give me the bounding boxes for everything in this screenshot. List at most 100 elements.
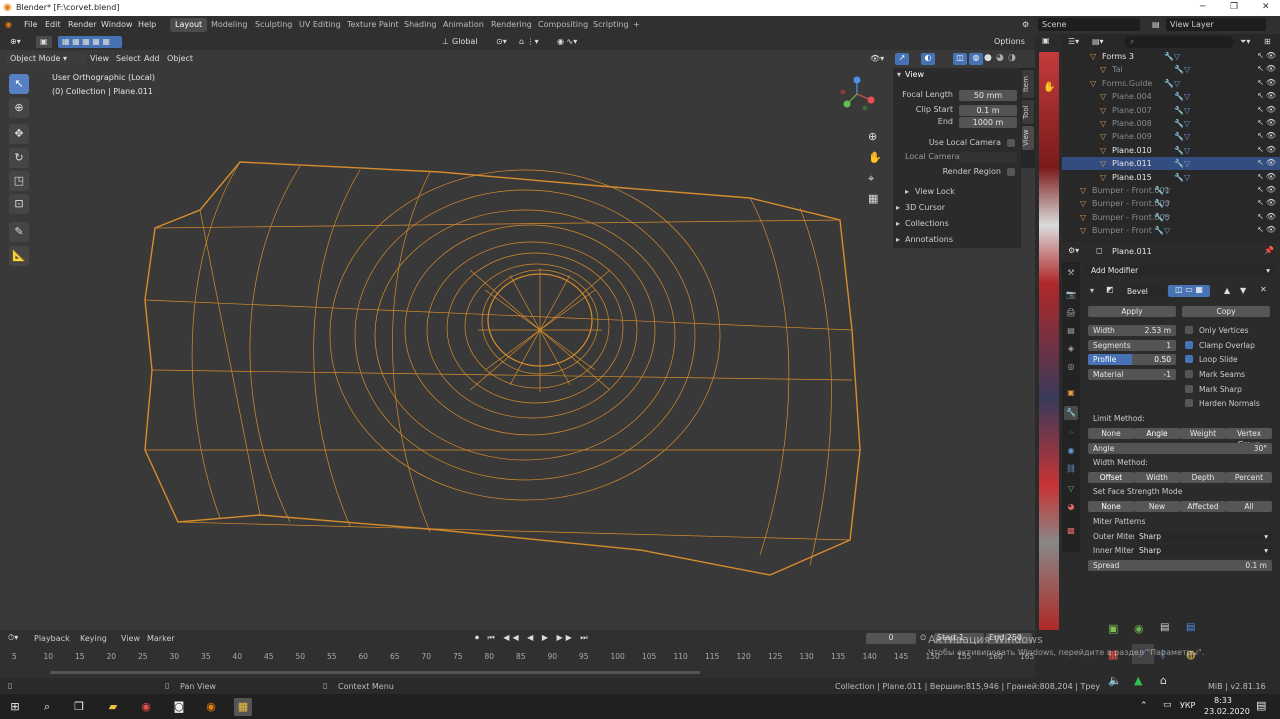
object-tab-icon[interactable]: ▣ (1064, 386, 1078, 400)
maximize-button[interactable]: ❐ (1230, 2, 1238, 12)
outliner-row[interactable]: ▽ Plane.007 🔧▽ ↖ 👁 (1062, 104, 1280, 117)
orientation-dropdown[interactable]: Global (448, 36, 482, 48)
display-mode-icon[interactable]: ▤▾ (1092, 37, 1104, 46)
outliner-row[interactable]: ▽ Forms.Guide 🔧▽ ↖ 👁 (1062, 77, 1280, 90)
move-down-icon[interactable]: ▼ (1240, 286, 1246, 295)
output-tab-icon[interactable]: 🖨 (1064, 306, 1078, 320)
local-camera-field[interactable] (959, 152, 1017, 163)
selectable-icon[interactable]: ↖ (1257, 118, 1264, 127)
tab-item[interactable]: Item (1022, 70, 1034, 98)
outer-miter-dropdown[interactable]: Sharp ▾ (1134, 531, 1272, 542)
modifier-visibility-toggles[interactable]: ◫ ▭ ▦ (1168, 285, 1210, 297)
material-index-field[interactable]: Material -1 (1088, 369, 1176, 380)
apply-button[interactable]: Apply (1088, 306, 1176, 317)
image-editor-icon[interactable]: ▣ (1042, 36, 1050, 45)
face-strength-affected-button[interactable]: Affected (1180, 501, 1226, 512)
visibility-eye-icon[interactable]: 👁 (1266, 198, 1276, 207)
selectable-icon[interactable]: ↖ (1257, 64, 1264, 73)
selectable-icon[interactable]: ↖ (1257, 131, 1264, 140)
outliner-row[interactable]: ▽ Bumper - Front.005 🔧▽ ↖ 👁 (1062, 211, 1280, 224)
selectable-icon[interactable]: ↖ (1257, 91, 1264, 100)
visibility-eye-icon[interactable]: 👁 (1266, 185, 1276, 194)
angle-field[interactable]: Angle 30° (1088, 443, 1272, 454)
active-app-icon[interactable]: ▦ (234, 698, 252, 716)
search-icon[interactable]: ⌕ (38, 698, 56, 716)
outliner-row[interactable]: ▽ Plane.004 🔧▽ ↖ 👁 (1062, 90, 1280, 103)
collections-header[interactable]: ▸ Collections (893, 219, 1021, 231)
outliner-row[interactable]: ▽ Bumper - Front.001 🔧▽ ↖ 👁 (1062, 184, 1280, 197)
outliner-row[interactable]: ▽ Plane.010 🔧▽ ↖ 👁 (1062, 144, 1280, 157)
selectable-icon[interactable]: ↖ (1257, 105, 1264, 114)
outliner-row[interactable]: ▽ Plane.011 🔧▽ ↖ 👁 (1062, 157, 1280, 171)
render-region-checkbox[interactable] (1007, 168, 1015, 176)
visibility-eye-icon[interactable]: 👁 (1266, 145, 1276, 154)
selectable-icon[interactable]: ↖ (1257, 145, 1264, 154)
visibility-eye-icon[interactable]: 👁 (1266, 225, 1276, 234)
modifier-mesh-icons[interactable]: 🔧▽ (1154, 226, 1170, 235)
selectable-icon[interactable]: ↖ (1257, 172, 1264, 181)
tab-tool[interactable]: Tool (1022, 100, 1034, 124)
width-offset-button[interactable]: Offset (1088, 472, 1134, 483)
tab-rendering[interactable]: Rendering (486, 18, 537, 32)
modifier-mesh-icons[interactable]: 🔧▽ (1174, 65, 1190, 74)
modifier-mesh-icons[interactable]: 🔧▽ (1174, 146, 1190, 155)
profile-slider[interactable]: Profile 0.50 (1088, 354, 1176, 365)
spread-field[interactable]: Spread 0.1 m (1088, 560, 1272, 571)
modifier-mesh-icons[interactable]: 🔧▽ (1154, 199, 1170, 208)
visibility-eye-icon[interactable]: 👁 (1266, 64, 1276, 73)
pin-icon[interactable]: 📌 (1264, 246, 1274, 255)
pivot-icon[interactable]: ⊙▾ (492, 36, 511, 48)
visibility-eye-icon[interactable]: 👁 (1266, 51, 1276, 60)
menu-object[interactable]: Object (163, 53, 197, 65)
menu-edit[interactable]: Edit (45, 20, 61, 29)
editor-type-icon[interactable]: ⊕▾ (6, 36, 25, 48)
tray-app-icon-11[interactable]: ⌂ (1160, 674, 1167, 687)
tab-texture-paint[interactable]: Texture Paint (342, 18, 404, 32)
visibility-eye-icon[interactable]: 👁 (1266, 78, 1276, 87)
scene-tab-icon[interactable]: ◈ (1064, 342, 1078, 356)
modifier-mesh-icons[interactable]: 🔧▽ (1174, 159, 1190, 168)
loop-slide-checkbox[interactable] (1185, 355, 1193, 363)
selectable-icon[interactable]: ↖ (1257, 225, 1264, 234)
clock-date[interactable]: 23.02.2020 (1204, 707, 1250, 716)
volume-icon[interactable]: 🔈 (1108, 674, 1122, 687)
menu-view[interactable]: View (86, 53, 113, 65)
width-width-button[interactable]: Width (1134, 472, 1180, 483)
view-lock-header[interactable]: ▸ View Lock (893, 187, 1021, 199)
pan-hand-icon[interactable]: ✋ (868, 151, 882, 164)
harden-normals-checkbox[interactable] (1185, 399, 1193, 407)
outliner-row[interactable]: ▽ Bumper - Front.003 🔧▽ ↖ 👁 (1062, 197, 1280, 210)
clock-time[interactable]: 8:33 (1214, 696, 1232, 705)
solid-shading-icon[interactable]: ● (984, 53, 992, 63)
selectable-icon[interactable]: ↖ (1257, 212, 1264, 221)
snap-icon[interactable]: ⌂ ⋮▾ (515, 36, 543, 48)
modifier-mesh-icons[interactable]: 🔧▽ (1164, 52, 1180, 61)
select-mode-icons[interactable]: ▦ ▦ ▦ ▦ ▦ (58, 36, 122, 48)
select-tool-icon[interactable]: ↖ (9, 74, 29, 94)
menu-render[interactable]: Render (68, 20, 96, 29)
data-tab-icon[interactable]: ▽ (1064, 482, 1078, 496)
rendered-shading-icon[interactable]: ◑ (1008, 53, 1016, 63)
material-shading-icon[interactable]: ◕ (996, 53, 1004, 63)
3d-cursor-header[interactable]: ▸ 3D Cursor (893, 203, 1021, 215)
copy-button[interactable]: Copy (1182, 306, 1270, 317)
taskbar-app-icon[interactable]: ◙ (170, 698, 188, 716)
menu-add[interactable]: Add (140, 53, 164, 65)
constraints-tab-icon[interactable]: ⛓ (1064, 462, 1078, 476)
visibility-eye-icon[interactable]: 👁 (1266, 212, 1276, 221)
measure-tool-icon[interactable]: 📐 (9, 246, 29, 266)
xray-toggle-icon[interactable]: ◫ (953, 53, 967, 65)
tab-layout[interactable]: Layout (170, 18, 208, 32)
visibility-eye-icon[interactable]: 👁 (1266, 131, 1276, 140)
nvidia-icon[interactable]: ◉ (1134, 622, 1144, 635)
mode-dropdown[interactable]: Object Mode ▾ (6, 53, 86, 65)
add-modifier-dropdown[interactable]: Add Modifier ▾ (1086, 265, 1274, 276)
modifier-mesh-icons[interactable]: 🔧▽ (1174, 132, 1190, 141)
clip-start-field[interactable]: 0.1 m (959, 105, 1017, 116)
tab-scripting[interactable]: Scripting (588, 18, 634, 32)
outliner-row[interactable]: ▽ Plane.008 🔧▽ ↖ 👁 (1062, 117, 1280, 130)
move-up-icon[interactable]: ▲ (1224, 286, 1230, 295)
move-tool-icon[interactable]: ✥ (9, 124, 29, 144)
network-icon[interactable]: ▭ (1163, 700, 1172, 710)
outliner-row[interactable]: ▽ Bumper - Front 🔧▽ ↖ 👁 (1062, 224, 1280, 237)
